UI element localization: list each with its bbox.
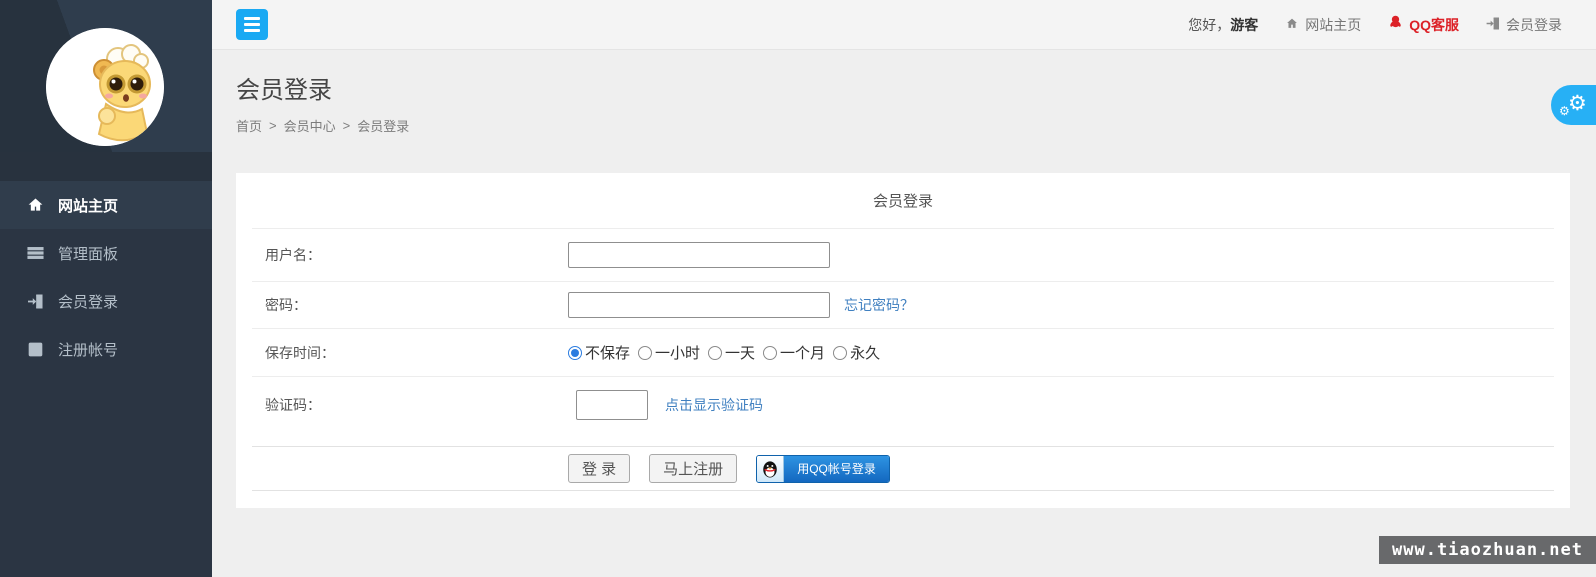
sidebar-item-label: 会员登录 (58, 291, 118, 312)
sidebar-menu: 网站主页 管理面板 会员登录 注册帐号 (0, 181, 212, 373)
avatar[interactable] (46, 28, 164, 146)
register-icon (26, 342, 45, 357)
breadcrumb-home[interactable]: 首页 (236, 116, 262, 135)
radio-icon (708, 346, 722, 360)
qq-login-label: 用QQ帐号登录 (784, 456, 889, 482)
greeting-text: 您好，游客 (1188, 15, 1258, 35)
captcha-row: 验证码： 点击显示验证码 (252, 376, 1554, 446)
form-title: 会员登录 (252, 173, 1554, 228)
topnav-home-link[interactable]: 网站主页 (1285, 15, 1361, 35)
breadcrumb-current: 会员登录 (357, 116, 409, 135)
save-time-label: 保存时间： (252, 343, 568, 363)
login-button[interactable]: 登 录 (568, 454, 630, 483)
save-time-options: 不保存 一小时 一天 一个月 永久 (568, 342, 1554, 363)
sidebar-item-label: 网站主页 (58, 195, 118, 216)
breadcrumb-separator: > (269, 118, 277, 133)
username-label: 用户名： (252, 245, 568, 265)
radio-option-one-hour[interactable]: 一小时 (638, 342, 700, 363)
radio-option-no-save[interactable]: 不保存 (568, 342, 630, 363)
radio-icon (833, 346, 847, 360)
sidebar-item-panel[interactable]: 管理面板 (0, 229, 212, 277)
radio-option-one-day[interactable]: 一天 (708, 342, 755, 363)
username-row: 用户名： (252, 228, 1554, 281)
greeting-username: 游客 (1230, 17, 1258, 33)
topnav-home-label: 网站主页 (1305, 15, 1361, 35)
topnav-qq-label: QQ客服 (1409, 15, 1459, 35)
sidebar-item-home[interactable]: 网站主页 (0, 181, 212, 229)
floating-settings-button[interactable]: ⚙ ⚙ (1551, 85, 1596, 125)
topnav-qq-service-link[interactable]: QQ客服 (1388, 15, 1459, 35)
password-row: 密码： 忘记密码？ (252, 281, 1554, 328)
username-input[interactable] (568, 242, 830, 268)
register-button[interactable]: 马上注册 (649, 454, 737, 483)
topbar: 您好，游客 网站主页 QQ客服 会员登录 (212, 0, 1596, 50)
signin-icon (26, 294, 45, 309)
radio-option-one-month[interactable]: 一个月 (763, 342, 825, 363)
hamburger-icon (244, 17, 260, 20)
sidebar-item-label: 管理面板 (58, 243, 118, 264)
home-icon (26, 197, 45, 213)
save-time-row: 保存时间： 不保存 一小时 一天 一个月 永久 (252, 328, 1554, 376)
password-input[interactable] (568, 292, 830, 318)
login-card: 会员登录 用户名： 密码： 忘记密码？ 保存时间： 不保存 一小时 一天 (236, 173, 1570, 508)
forgot-password-link[interactable]: 忘记密码？ (844, 295, 914, 315)
radio-option-forever[interactable]: 永久 (833, 342, 880, 363)
avatar-illustration (46, 28, 164, 146)
sidebar-item-label: 注册帐号 (58, 339, 118, 360)
buttons-row: 登 录 马上注册 用QQ帐号登录 (252, 446, 1554, 491)
signin-icon (1486, 17, 1500, 33)
sidebar-item-register[interactable]: 注册帐号 (0, 325, 212, 373)
home-icon (1285, 17, 1299, 33)
content-header: 会员登录 首页 > 会员中心 > 会员登录 (236, 70, 409, 135)
site-watermark: www.tiaozhuan.net (1379, 536, 1596, 564)
gears-icon: ⚙ (1568, 93, 1587, 114)
topnav: 您好，游客 网站主页 QQ客服 会员登录 (1188, 15, 1562, 35)
sidebar-separator (0, 152, 212, 181)
password-label: 密码： (252, 295, 568, 315)
sidebar-item-login[interactable]: 会员登录 (0, 277, 212, 325)
captcha-input[interactable] (576, 390, 648, 420)
radio-icon (638, 346, 652, 360)
sidebar: 网站主页 管理面板 会员登录 注册帐号 (0, 0, 212, 577)
qq-penguin-icon (757, 456, 784, 482)
topnav-login-label: 会员登录 (1506, 15, 1562, 35)
qq-login-button[interactable]: 用QQ帐号登录 (756, 455, 890, 483)
breadcrumb-member-center[interactable]: 会员中心 (284, 116, 336, 135)
sidebar-header (0, 0, 212, 152)
captcha-label: 验证码： (252, 395, 568, 415)
breadcrumb: 首页 > 会员中心 > 会员登录 (236, 116, 409, 135)
panel-icon (26, 246, 45, 260)
show-captcha-link[interactable]: 点击显示验证码 (665, 395, 763, 415)
sidebar-toggle-button[interactable] (236, 9, 268, 40)
radio-icon (568, 346, 582, 360)
breadcrumb-separator: > (343, 118, 351, 133)
topnav-login-link[interactable]: 会员登录 (1486, 15, 1562, 35)
qq-icon (1388, 15, 1403, 34)
page-title: 会员登录 (236, 70, 409, 105)
radio-icon (763, 346, 777, 360)
